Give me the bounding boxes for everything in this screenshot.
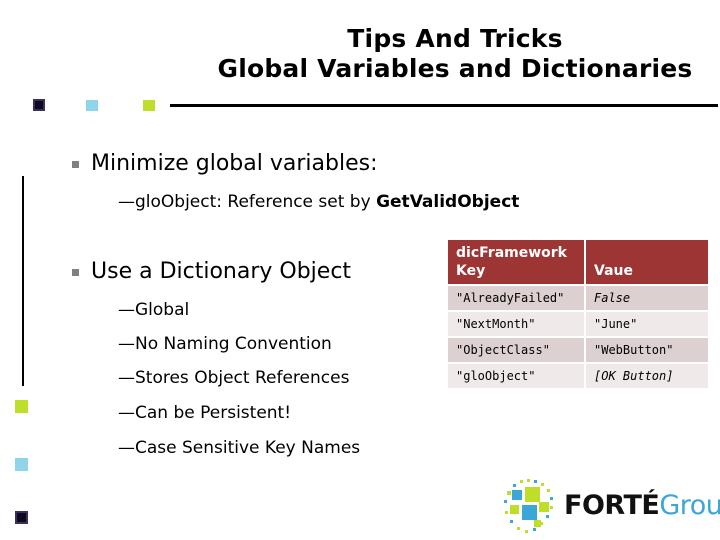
decor-square-navy-top bbox=[33, 99, 45, 111]
dash-icon: — bbox=[118, 368, 135, 388]
slide-title: Tips And Tricks Global Variables and Dic… bbox=[200, 24, 710, 84]
header-divider bbox=[170, 104, 718, 107]
sub-bullet-global: —Global bbox=[118, 298, 189, 323]
decor-square-blue-left bbox=[15, 458, 28, 471]
table-cell-value: "June" bbox=[586, 312, 708, 336]
decor-square-green-left bbox=[15, 400, 28, 413]
dash-icon: — bbox=[118, 438, 135, 458]
table-header-value: Vaue bbox=[586, 240, 708, 284]
bullet-1-label: Minimize global variables: bbox=[91, 151, 378, 176]
table-header-key: dicFramework Key bbox=[448, 240, 584, 284]
sub-bullet-2-1-text: Global bbox=[135, 300, 190, 320]
forte-group-logo: FORTÉGroup bbox=[498, 478, 720, 536]
table-cell-value: [OK Button] bbox=[586, 364, 708, 388]
title-line-2: Global Variables and Dictionaries bbox=[217, 54, 693, 83]
logo-wordmark: FORTÉGroup bbox=[564, 491, 720, 524]
decor-square-blue-top bbox=[86, 100, 98, 111]
table-row: "AlreadyFailed" False bbox=[448, 286, 708, 310]
table-cell-key: "ObjectClass" bbox=[448, 338, 584, 362]
table-row: "ObjectClass" "WebButton" bbox=[448, 338, 708, 362]
table-header-key-label: Key bbox=[456, 263, 486, 279]
table-header-value-label: Vaue bbox=[594, 263, 633, 279]
logo-mosaic-icon bbox=[504, 479, 553, 533]
sub-bullet-no-naming-convention: —No Naming Convention bbox=[118, 332, 332, 357]
table-cell-value: "WebButton" bbox=[586, 338, 708, 362]
bullet-minimize-global-variables: Minimize global variables: bbox=[72, 150, 377, 178]
sub-bullet-case-sensitive-key-names: —Case Sensitive Key Names bbox=[118, 436, 360, 461]
table-cell-key: "gloObject" bbox=[448, 364, 584, 388]
dash-icon: — bbox=[118, 192, 135, 212]
table-row: "NextMonth" "June" bbox=[448, 312, 708, 336]
logo-group-text: Group bbox=[659, 490, 720, 521]
sub-bullet-stores-object-references: —Stores Object References bbox=[118, 366, 349, 391]
table-cell-value: False bbox=[586, 286, 708, 310]
table-cell-key: "AlreadyFailed" bbox=[448, 286, 584, 310]
table-header-row: dicFramework Key Vaue bbox=[448, 240, 708, 284]
sub-bullet-2-3-text: Stores Object References bbox=[135, 368, 350, 388]
table-header-spacer bbox=[594, 245, 700, 261]
sub-bullet-1-1-text: gloObject: Reference set by bbox=[135, 192, 377, 212]
slide-canvas: Tips And Tricks Global Variables and Dic… bbox=[0, 0, 720, 540]
table-row: "gloObject" [OK Button] bbox=[448, 364, 708, 388]
sub-bullet-2-5-text: Case Sensitive Key Names bbox=[135, 438, 361, 458]
decor-square-navy-left bbox=[15, 511, 28, 524]
title-line-1: Tips And Tricks bbox=[347, 24, 563, 53]
decor-square-green-top bbox=[143, 100, 155, 111]
square-bullet-icon bbox=[72, 161, 79, 168]
logo-forte-text: FORTÉ bbox=[564, 490, 660, 521]
dash-icon: — bbox=[118, 300, 135, 320]
table-caption: dicFramework bbox=[456, 245, 567, 261]
square-bullet-icon bbox=[72, 269, 79, 276]
dash-icon: — bbox=[118, 334, 135, 354]
bullet-use-a-dictionary-object: Use a Dictionary Object bbox=[72, 258, 351, 286]
sub-bullet-glo-object: —gloObject: Reference set by GetValidObj… bbox=[118, 190, 519, 215]
sub-bullet-2-2-text: No Naming Convention bbox=[135, 334, 332, 354]
sub-bullet-2-4-text: Can be Persistent! bbox=[135, 403, 292, 423]
table-cell-key: "NextMonth" bbox=[448, 312, 584, 336]
left-vertical-divider bbox=[22, 176, 24, 386]
dictionary-table: dicFramework Key Vaue "AlreadyFailed" Fa… bbox=[446, 238, 710, 390]
dash-icon: — bbox=[118, 403, 135, 423]
bullet-2-label: Use a Dictionary Object bbox=[91, 259, 352, 284]
sub-bullet-1-1-emphasis: GetValidObject bbox=[376, 192, 520, 212]
sub-bullet-can-be-persistent: —Can be Persistent! bbox=[118, 401, 291, 426]
